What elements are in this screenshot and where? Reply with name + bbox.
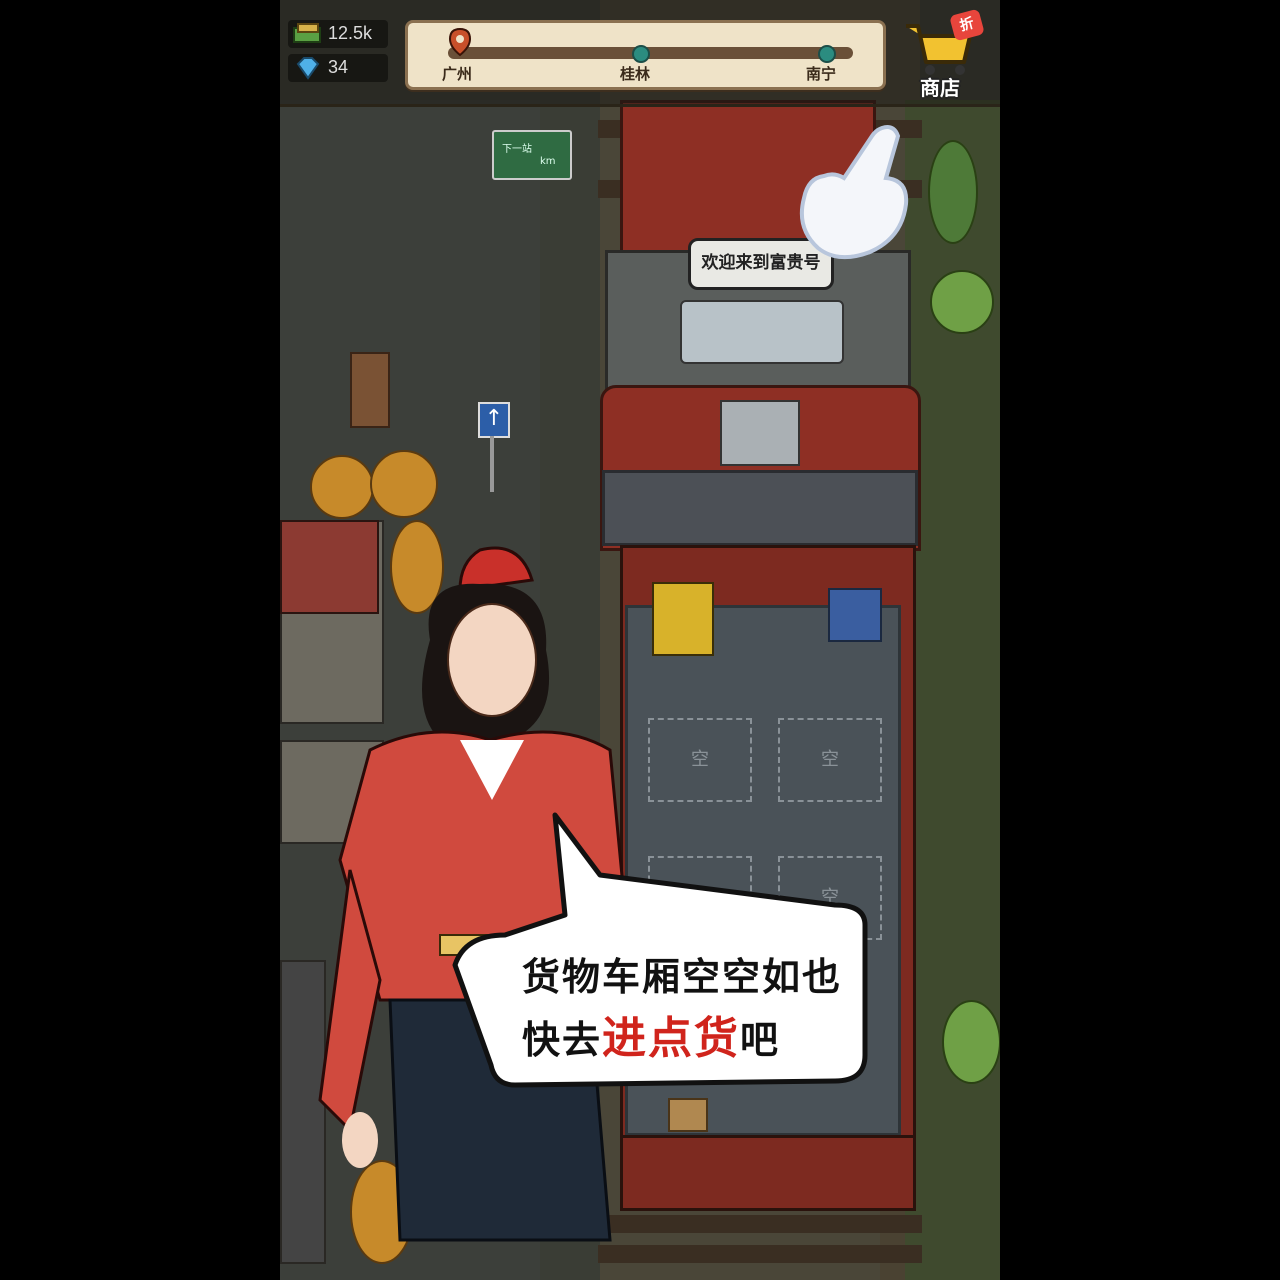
- cargo-slot[interactable]: 空: [778, 718, 882, 802]
- location-pin-icon: [448, 27, 472, 57]
- gem-counter: 34: [288, 54, 388, 82]
- shop-label: 商店: [920, 76, 960, 100]
- diamond-icon: [296, 57, 320, 80]
- car-undercarriage: [602, 470, 918, 546]
- dialog-suffix: 吧: [740, 1018, 781, 1062]
- green-tree: [930, 270, 994, 334]
- sign-pole: [490, 436, 494, 492]
- station-dot-guilin: [632, 45, 650, 63]
- next-station-sign: 下一站 km: [492, 130, 572, 180]
- autumn-tree: [370, 450, 438, 518]
- game-scene: 下一站 km ↑ 空 空 空 空 欢迎来到富贵号 12.5k 34: [280, 0, 1000, 1280]
- dialog-line-2: 快去进点货吧: [522, 1002, 780, 1066]
- cash-icon: [293, 23, 321, 43]
- station-label-nanning: 南宁: [806, 65, 837, 83]
- green-tree: [942, 1000, 1000, 1084]
- dialog-line-1: 货物车厢空空如也: [522, 955, 843, 999]
- crate-icon: [668, 1098, 708, 1132]
- bench: [350, 352, 390, 428]
- gem-value: 34: [328, 57, 349, 77]
- cargo-cart-icon: [828, 588, 882, 642]
- forklift-icon: [652, 582, 714, 656]
- cash-counter: 12.5k: [288, 20, 388, 48]
- car-door: [720, 400, 800, 466]
- driver-dashboard: [680, 300, 844, 364]
- up-arrow-sign-icon: ↑: [478, 402, 510, 438]
- station-label-guilin: 桂林: [620, 65, 651, 83]
- station-dot-nanning: [818, 45, 836, 63]
- pointing-hand-icon: [799, 125, 909, 260]
- cargo-car-end: [620, 1135, 916, 1211]
- autumn-tree: [310, 455, 374, 519]
- next-station-label: 下一站: [502, 144, 532, 155]
- km-label: km: [540, 156, 556, 167]
- shop-button[interactable]: 折 商店: [894, 8, 986, 100]
- route-progress-panel: 广州 桂林 南宁: [405, 20, 886, 90]
- station-label-guangzhou: 广州: [442, 65, 473, 83]
- dialog-highlight: 进点货: [602, 1013, 741, 1064]
- cash-value: 12.5k: [328, 23, 373, 43]
- green-tree: [928, 140, 978, 244]
- cargo-slot[interactable]: 空: [648, 718, 752, 802]
- discount-badge: 折: [949, 8, 985, 42]
- route-track: [448, 47, 853, 59]
- dialog-prefix: 快去: [522, 1018, 603, 1062]
